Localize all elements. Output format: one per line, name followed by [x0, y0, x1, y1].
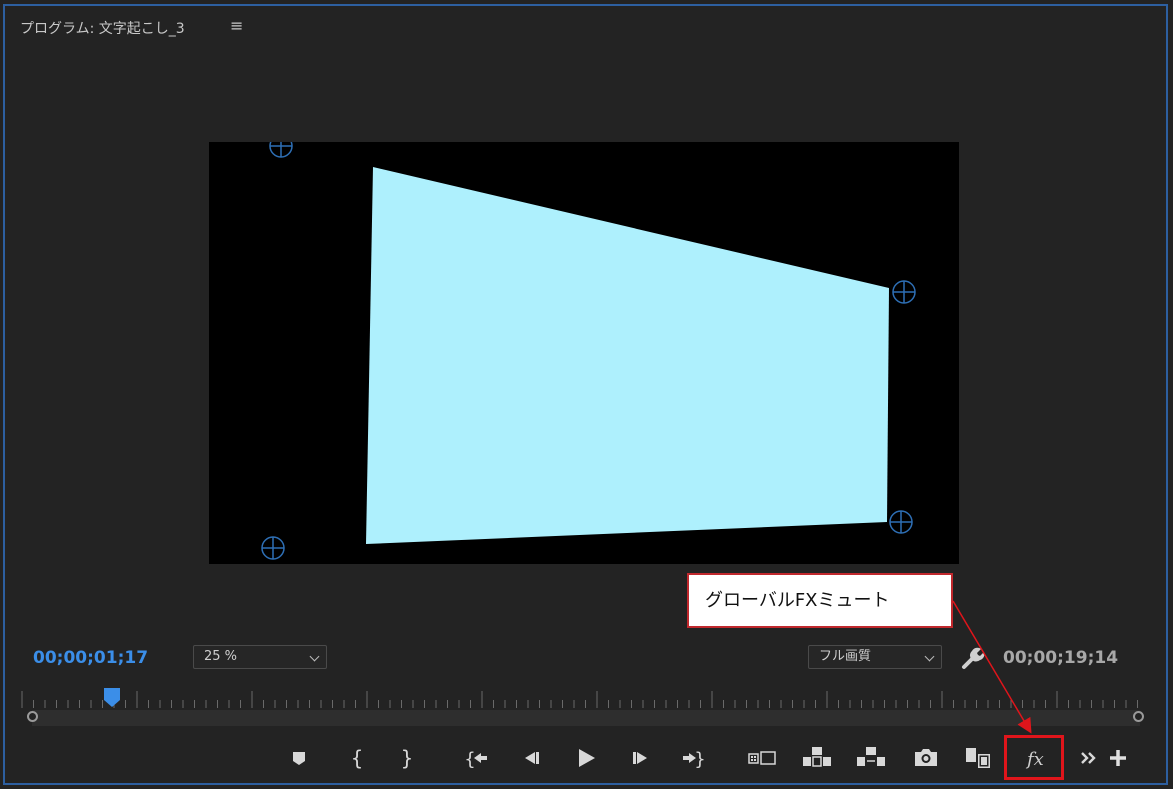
playhead[interactable]	[103, 688, 121, 708]
marker-icon	[293, 752, 305, 765]
zoom-handle-end[interactable]	[1133, 711, 1144, 722]
play-button[interactable]	[570, 742, 602, 774]
svg-text:{: {	[464, 749, 475, 770]
global-fx-mute-button[interactable]: fx	[1027, 749, 1044, 770]
go-to-in-button[interactable]: {	[461, 742, 493, 774]
go-to-out-icon: }	[683, 749, 706, 770]
settings-wrench-button[interactable]	[960, 645, 986, 675]
svg-text:}: }	[694, 749, 705, 770]
go-to-in-icon: {	[464, 749, 487, 770]
step-back-icon	[525, 752, 539, 764]
camera-icon	[915, 749, 937, 766]
mark-in-button[interactable]: {	[341, 742, 373, 774]
svg-text:}: }	[401, 746, 414, 770]
lift-button[interactable]	[801, 742, 833, 774]
add-marker-button[interactable]	[283, 742, 315, 774]
multicam-icon	[966, 748, 990, 768]
panel-title: プログラム: 文字起こし_3	[20, 21, 185, 37]
duration-timecode: 00;00;19;14	[1003, 648, 1119, 668]
zoom-level-value: 25 %	[204, 649, 238, 664]
svg-text:{: {	[351, 746, 364, 770]
go-to-out-button[interactable]: }	[677, 742, 709, 774]
multicam-button[interactable]	[962, 742, 994, 774]
program-video-frame	[209, 142, 959, 564]
step-forward-icon	[633, 752, 647, 764]
mark-out-icon: }	[401, 746, 414, 770]
corner-pin-handle-top-left[interactable]	[269, 142, 293, 158]
button-editor-button[interactable]	[1102, 742, 1134, 774]
step-forward-button[interactable]	[625, 742, 657, 774]
time-ruler[interactable]	[20, 688, 1142, 712]
mark-out-button[interactable]: }	[391, 742, 423, 774]
comparison-view-icon	[748, 751, 776, 765]
annotation-text: グローバルFXミュート	[705, 590, 890, 611]
zoom-level-select[interactable]: 25 %	[193, 645, 327, 669]
step-back-button[interactable]	[515, 742, 547, 774]
mark-in-icon: {	[351, 746, 364, 770]
export-frame-button[interactable]	[910, 742, 942, 774]
plus-icon	[1110, 750, 1126, 766]
corner-pin-handle-top-right[interactable]	[892, 280, 916, 304]
playback-quality-select[interactable]: フル画質	[808, 645, 942, 669]
lift-icon	[803, 747, 831, 767]
corner-pin-handle-bottom-left[interactable]	[261, 536, 285, 560]
chevron-down-icon	[924, 651, 935, 662]
zoom-handle-start[interactable]	[27, 711, 38, 722]
panel-menu-icon[interactable]: ≡	[230, 16, 243, 35]
current-timecode[interactable]: 00;00;01;17	[33, 648, 148, 668]
play-icon	[579, 749, 595, 767]
extract-button[interactable]	[855, 742, 887, 774]
timeline-navigator-bar[interactable]	[32, 710, 1140, 726]
chevron-down-icon	[309, 651, 320, 662]
corner-pin-handle-bottom-right[interactable]	[889, 510, 913, 534]
wrench-icon	[962, 647, 985, 669]
playback-quality-value: フル画質	[819, 649, 872, 664]
video-content	[261, 142, 916, 560]
extract-icon	[857, 747, 885, 766]
annotation-callout: グローバルFXミュート	[687, 573, 953, 628]
corner-pinned-shape	[366, 167, 889, 544]
comparison-view-button[interactable]	[746, 742, 778, 774]
